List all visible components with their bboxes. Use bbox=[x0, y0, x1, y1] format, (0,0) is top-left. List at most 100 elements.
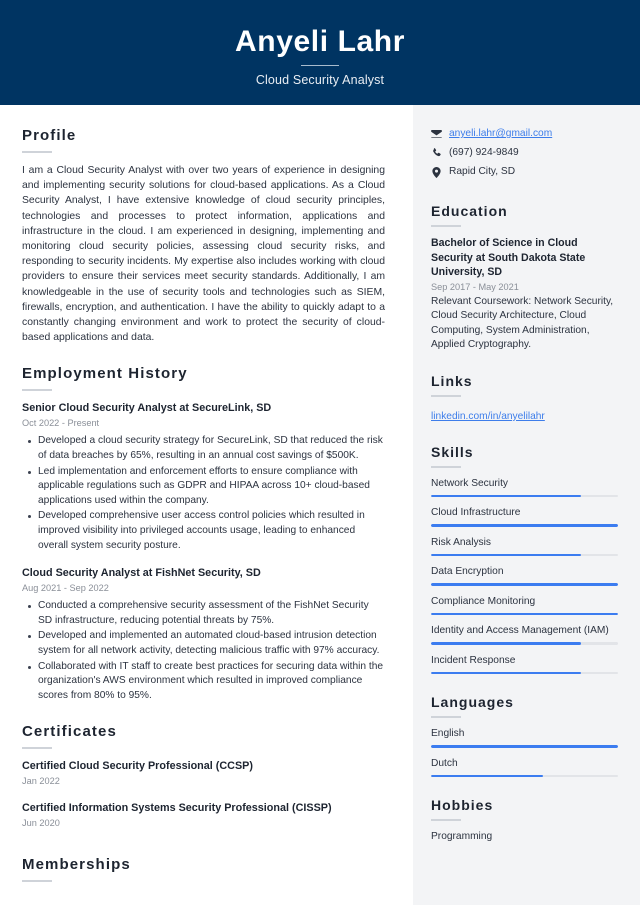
bullet-item: Developed and implemented an automated c… bbox=[22, 629, 385, 658]
skill-bar-track bbox=[431, 642, 618, 645]
employment-bullets: Conducted a comprehensive security asses… bbox=[22, 599, 385, 703]
bullet-item: Developed comprehensive user access cont… bbox=[22, 509, 385, 553]
bullet-item: Collaborated with IT staff to create bes… bbox=[22, 660, 385, 704]
employment-date: Aug 2021 - Sep 2022 bbox=[22, 583, 109, 594]
skill-bar-track bbox=[431, 524, 618, 527]
skill-item: Risk Analysis bbox=[431, 536, 618, 557]
resume-page: Anyeli Lahr Cloud Security Analyst Profi… bbox=[0, 0, 640, 905]
skill-bar-fill bbox=[431, 671, 581, 675]
skill-item: Data Encryption bbox=[431, 565, 618, 586]
contact-location-text: Rapid City, SD bbox=[449, 166, 516, 177]
contact-phone-row: (697) 924-9849 bbox=[431, 146, 618, 160]
section-title-languages: Languages bbox=[431, 694, 514, 711]
resume-body: Profile I am a Cloud Security Analyst wi… bbox=[0, 105, 640, 905]
certificate-title: Certified Cloud Security Professional (C… bbox=[22, 760, 253, 773]
skill-bar-fill bbox=[431, 612, 618, 616]
language-bar-track bbox=[431, 774, 618, 778]
section-title-profile: Profile bbox=[22, 127, 77, 144]
section-title-education: Education bbox=[431, 203, 508, 219]
resume-header-banner: Anyeli Lahr Cloud Security Analyst bbox=[0, 0, 640, 105]
section-title-links: Links bbox=[431, 372, 473, 389]
map-pin-icon bbox=[431, 166, 442, 178]
contact-block: anyeli.lahr@gmail.com (697) 924-9849 Rap… bbox=[431, 127, 618, 179]
education-degree: Bachelor of Science in Cloud Security at… bbox=[431, 237, 586, 278]
education-description: Relevant Coursework: Network Security, C… bbox=[431, 295, 614, 351]
skill-bar-track bbox=[431, 671, 618, 675]
section-title-hobbies: Hobbies bbox=[431, 797, 494, 814]
section-hobbies: Hobbies Programming bbox=[431, 797, 618, 844]
employment-entry: Senior Cloud Security Analyst at SecureL… bbox=[22, 401, 385, 553]
certificate-title: Certified Information Systems Security P… bbox=[22, 802, 332, 815]
certificate-date: Jan 2022 bbox=[22, 776, 60, 787]
phone-icon bbox=[431, 148, 442, 158]
skill-item: Incident Response bbox=[431, 654, 618, 675]
contact-location-row: Rapid City, SD bbox=[431, 165, 618, 179]
skill-item: Network Security bbox=[431, 477, 618, 498]
language-bar-track bbox=[431, 745, 618, 748]
skill-item: Identity and Access Management (IAM) bbox=[431, 624, 618, 645]
skill-bar-track bbox=[431, 612, 618, 616]
employment-title: Cloud Security Analyst at FishNet Securi… bbox=[22, 567, 261, 580]
skill-label: Identity and Access Management (IAM) bbox=[431, 625, 609, 637]
skill-label: Cloud Infrastructure bbox=[431, 507, 521, 519]
skill-label: Network Security bbox=[431, 477, 508, 489]
skill-bar-fill bbox=[431, 494, 581, 498]
education-date: Sep 2017 - May 2021 bbox=[431, 281, 519, 292]
section-rule bbox=[22, 151, 52, 153]
hobby-item: Programming bbox=[431, 831, 493, 843]
section-certificates: Certificates Certified Cloud Security Pr… bbox=[22, 723, 385, 830]
skill-bar-fill bbox=[431, 524, 618, 527]
profile-text: I am a Cloud Security Analyst with over … bbox=[22, 165, 385, 344]
bullet-item: Led implementation and enforcement effor… bbox=[22, 465, 385, 509]
candidate-name: Anyeli Lahr bbox=[235, 24, 405, 58]
skill-item: Cloud Infrastructure bbox=[431, 506, 618, 527]
link-row[interactable]: linkedin.com/in/anyelilahr bbox=[431, 406, 618, 424]
candidate-job-title: Cloud Security Analyst bbox=[255, 72, 385, 87]
section-rule bbox=[22, 747, 52, 750]
certificate-date: Jun 2020 bbox=[22, 818, 60, 829]
skill-bar-fill bbox=[431, 553, 581, 557]
employment-entry: Cloud Security Analyst at FishNet Securi… bbox=[22, 566, 385, 703]
contact-phone-text: (697) 924-9849 bbox=[449, 147, 519, 158]
contact-email-row[interactable]: anyeli.lahr@gmail.com bbox=[431, 127, 618, 141]
section-rule bbox=[431, 716, 461, 719]
skill-label: Compliance Monitoring bbox=[431, 595, 536, 607]
bullet-item: Developed a cloud security strategy for … bbox=[22, 434, 385, 463]
skill-bar-fill bbox=[431, 583, 618, 586]
certificate-entry: Certified Information Systems Security P… bbox=[22, 801, 385, 830]
language-item: Dutch bbox=[431, 757, 618, 778]
section-rule bbox=[431, 225, 461, 227]
section-rule bbox=[22, 389, 52, 392]
bullet-item: Conducted a comprehensive security asses… bbox=[22, 599, 385, 628]
section-rule bbox=[431, 394, 461, 397]
section-rule bbox=[431, 819, 461, 822]
skill-bar-track bbox=[431, 494, 618, 498]
sidebar-column: anyeli.lahr@gmail.com (697) 924-9849 Rap… bbox=[413, 105, 640, 905]
section-title-certificates: Certificates bbox=[22, 723, 117, 741]
section-links: Links linkedin.com/in/anyelilahr bbox=[431, 373, 618, 424]
skill-label: Data Encryption bbox=[431, 566, 504, 578]
section-title-employment-history: Employment History bbox=[22, 365, 188, 383]
section-education: Education Bachelor of Science in Cloud S… bbox=[431, 203, 618, 353]
section-languages: Languages English Dutch bbox=[431, 694, 618, 778]
contact-email-link[interactable]: anyeli.lahr@gmail.com bbox=[449, 127, 552, 141]
skill-label: Risk Analysis bbox=[431, 536, 492, 548]
language-bar-fill bbox=[431, 774, 544, 778]
language-bar-fill bbox=[431, 745, 618, 748]
section-skills: Skills Network Security Cloud Infrastruc… bbox=[431, 444, 618, 675]
main-column: Profile I am a Cloud Security Analyst wi… bbox=[0, 105, 413, 905]
linkedin-link[interactable]: linkedin.com/in/anyelilahr bbox=[431, 411, 545, 422]
section-title-skills: Skills bbox=[431, 443, 474, 460]
section-rule bbox=[431, 465, 461, 468]
section-title-memberships: Memberships bbox=[22, 856, 131, 874]
skill-label: Incident Response bbox=[431, 654, 516, 666]
header-divider bbox=[301, 64, 339, 66]
section-memberships: Memberships bbox=[22, 856, 385, 883]
language-label: Dutch bbox=[431, 757, 458, 769]
employment-title: Senior Cloud Security Analyst at SecureL… bbox=[22, 402, 272, 415]
envelope-icon bbox=[431, 130, 442, 138]
skill-bar-fill bbox=[431, 642, 581, 645]
employment-date: Oct 2022 - Present bbox=[22, 418, 100, 429]
skill-item: Compliance Monitoring bbox=[431, 595, 618, 616]
language-item: English bbox=[431, 727, 618, 748]
